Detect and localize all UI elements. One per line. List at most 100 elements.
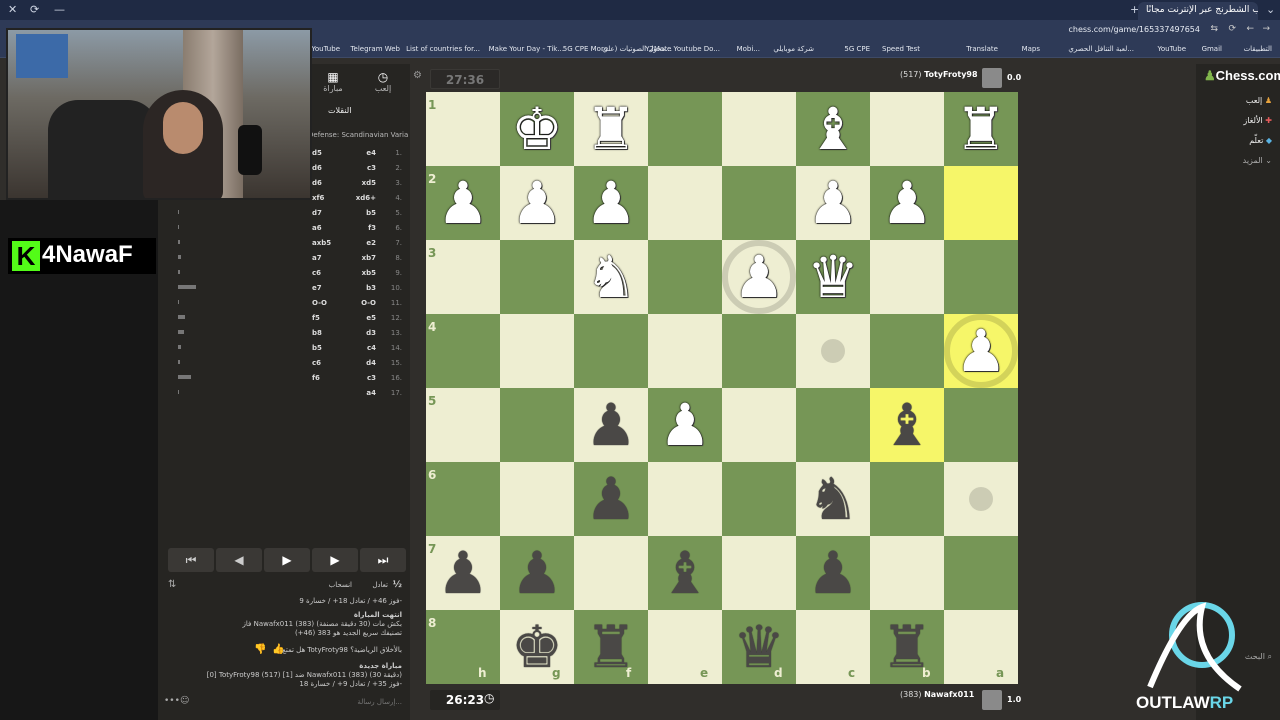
bookmark-item[interactable]: لعبة التنافل الحصري... [1068, 45, 1134, 53]
bookmark-item[interactable]: YouTube [312, 45, 340, 53]
board-square[interactable] [796, 610, 870, 684]
black-move[interactable]: a7 [312, 254, 322, 262]
resign-button[interactable]: انسحاب [329, 581, 352, 589]
white-pawn[interactable]: ♟ [648, 388, 722, 462]
white-move[interactable]: xd5 [362, 179, 376, 187]
white-move[interactable]: e4 [366, 149, 376, 157]
black-rook[interactable]: ♜ [574, 610, 648, 684]
white-move[interactable]: c3 [367, 374, 376, 382]
white-move[interactable]: d3 [366, 329, 376, 337]
board-square[interactable] [944, 388, 1018, 462]
browser-tab-active[interactable]: إلعب الشطرنج عبر الإنترنت مجانًا [1138, 2, 1258, 20]
black-move[interactable]: d6 [312, 179, 322, 187]
board-square[interactable] [426, 240, 500, 314]
move-row[interactable]: 5. b5 d7 [158, 206, 410, 221]
move-row[interactable]: 10. b3 e7 [158, 281, 410, 296]
board-square[interactable] [648, 610, 722, 684]
top-player-avatar[interactable] [982, 68, 1002, 88]
last-move-button[interactable]: ⏭ [360, 548, 406, 572]
move-row[interactable]: 12. e5 f5 [158, 311, 410, 326]
board-square[interactable] [648, 314, 722, 388]
white-move[interactable]: c4 [367, 344, 376, 352]
settings-gear-icon[interactable]: ⚙ [413, 70, 422, 81]
tab-play[interactable]: ◷ إلعب [358, 70, 408, 93]
white-move[interactable]: O-O [361, 299, 376, 307]
tab-match[interactable]: ▦ مباراة [308, 70, 358, 93]
first-move-button[interactable]: ⏮ [168, 548, 214, 572]
nav-item-puzzles[interactable]: الألغاز ✚ [1243, 116, 1272, 125]
white-move[interactable]: xd6+ [356, 194, 376, 202]
board-square[interactable] [426, 610, 500, 684]
black-move[interactable]: O-O [312, 299, 327, 307]
draw-button[interactable]: تعادل [372, 581, 388, 589]
nav-item-play[interactable]: إلعب ♟ [1246, 96, 1272, 105]
board-square[interactable] [500, 462, 574, 536]
black-bishop[interactable]: ♝ [870, 388, 944, 462]
board-square[interactable] [870, 92, 944, 166]
black-queen[interactable]: ♛ [722, 610, 796, 684]
board-square[interactable] [722, 166, 796, 240]
white-bishop[interactable]: ♝ [796, 92, 870, 166]
more-icon[interactable]: ••• [164, 696, 180, 706]
board-square[interactable] [500, 240, 574, 314]
board-square[interactable] [722, 536, 796, 610]
white-move[interactable]: b5 [366, 209, 376, 217]
bookmark-item[interactable]: Gmail [1202, 45, 1222, 53]
board-square[interactable] [944, 610, 1018, 684]
flip-board-icon[interactable]: ⇅ [168, 579, 176, 590]
black-move[interactable]: d7 [312, 209, 322, 217]
board-square[interactable] [944, 536, 1018, 610]
board-square[interactable] [870, 314, 944, 388]
black-move[interactable]: b8 [312, 329, 322, 337]
bookmark-item[interactable]: شركة موبايلي [773, 45, 814, 53]
white-pawn[interactable]: ♟ [426, 166, 500, 240]
black-move[interactable]: a6 [312, 224, 322, 232]
black-pawn[interactable]: ♟ [500, 536, 574, 610]
thumbs-down-icon[interactable]: 👎 [254, 644, 266, 655]
black-pawn[interactable]: ♟ [574, 462, 648, 536]
bookmark-item[interactable]: 5G CPE More [563, 45, 608, 53]
back-icon[interactable]: ← [1246, 24, 1254, 34]
white-move[interactable]: e2 [366, 239, 376, 247]
move-row[interactable]: 7. e2 axb5 [158, 236, 410, 251]
board-square[interactable] [648, 92, 722, 166]
tab-moves[interactable]: النقلات [328, 106, 351, 115]
white-pawn[interactable]: ♟ [574, 166, 648, 240]
install-icon[interactable]: ⇆ [1210, 24, 1218, 34]
minimize-icon[interactable]: — [54, 3, 65, 16]
move-row[interactable]: 8. xb7 a7 [158, 251, 410, 266]
white-move[interactable]: d4 [366, 359, 376, 367]
board-square[interactable] [426, 462, 500, 536]
next-move-button[interactable]: ▶ [312, 548, 358, 572]
chess-board[interactable]: 1 2 3 4 5 6 7 8 h g f e d c b a ♚ ♜ ♝ ♜ ♟ ♟ ♟ ♟ ♟ ♞ ♟ ♛ ♟ ♟ ♟ ♝ ♟ ♞ ♟ ♟ ♝ ♟ ♚ ♜… [426, 92, 1018, 684]
board-square[interactable] [944, 240, 1018, 314]
board-square[interactable] [648, 462, 722, 536]
chevron-down-icon[interactable]: ⌄ [1266, 3, 1275, 16]
chess-logo[interactable]: ♟Chess.com [1204, 68, 1280, 84]
bookmark-item[interactable]: List of countries for... [406, 45, 480, 53]
bottom-player-avatar[interactable] [982, 690, 1002, 710]
move-row[interactable]: 13. d3 b8 [158, 326, 410, 341]
board-square[interactable] [722, 314, 796, 388]
board-square[interactable] [722, 92, 796, 166]
black-move[interactable]: axb5 [312, 239, 331, 247]
reload-icon[interactable]: ⟳ [30, 3, 39, 16]
chat-input[interactable]: إرسال رسالة... [357, 698, 402, 706]
black-move[interactable]: c6 [312, 269, 321, 277]
new-game-title[interactable]: مباراة جديدة [359, 662, 402, 670]
black-knight[interactable]: ♞ [796, 462, 870, 536]
white-move[interactable]: b3 [366, 284, 376, 292]
bookmark-item[interactable]: Telegram Web [350, 45, 400, 53]
white-move[interactable]: xb7 [362, 254, 376, 262]
move-row[interactable]: 6. f3 a6 [158, 221, 410, 236]
move-hint-dot[interactable] [969, 487, 993, 511]
white-move[interactable]: f3 [368, 224, 376, 232]
black-move[interactable]: xf6 [312, 194, 324, 202]
board-square[interactable] [944, 166, 1018, 240]
move-row[interactable]: 11. O-O O-O [158, 296, 410, 311]
move-hint-dot[interactable] [821, 339, 845, 363]
black-move[interactable]: d6 [312, 164, 322, 172]
black-pawn[interactable]: ♟ [574, 388, 648, 462]
white-knight[interactable]: ♞ [574, 240, 648, 314]
move-row[interactable]: 14. c4 b5 [158, 341, 410, 356]
